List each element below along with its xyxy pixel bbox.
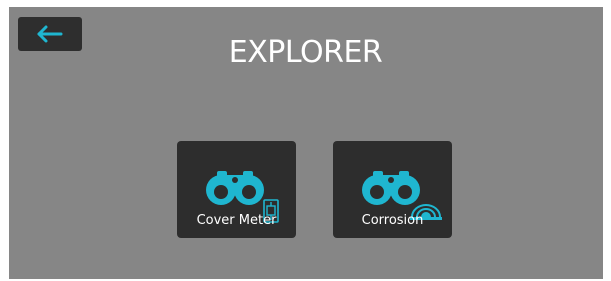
- corrosion-tile[interactable]: Corrosion: [333, 141, 452, 238]
- cover-meter-tile[interactable]: Cover Meter: [177, 141, 296, 238]
- explorer-screen: EXPLORER Cover Meter Corrosion: [9, 7, 603, 279]
- page-title: EXPLORER: [228, 35, 383, 70]
- cover-meter-label: Cover Meter: [196, 213, 277, 228]
- corrosion-label: Corrosion: [361, 213, 424, 228]
